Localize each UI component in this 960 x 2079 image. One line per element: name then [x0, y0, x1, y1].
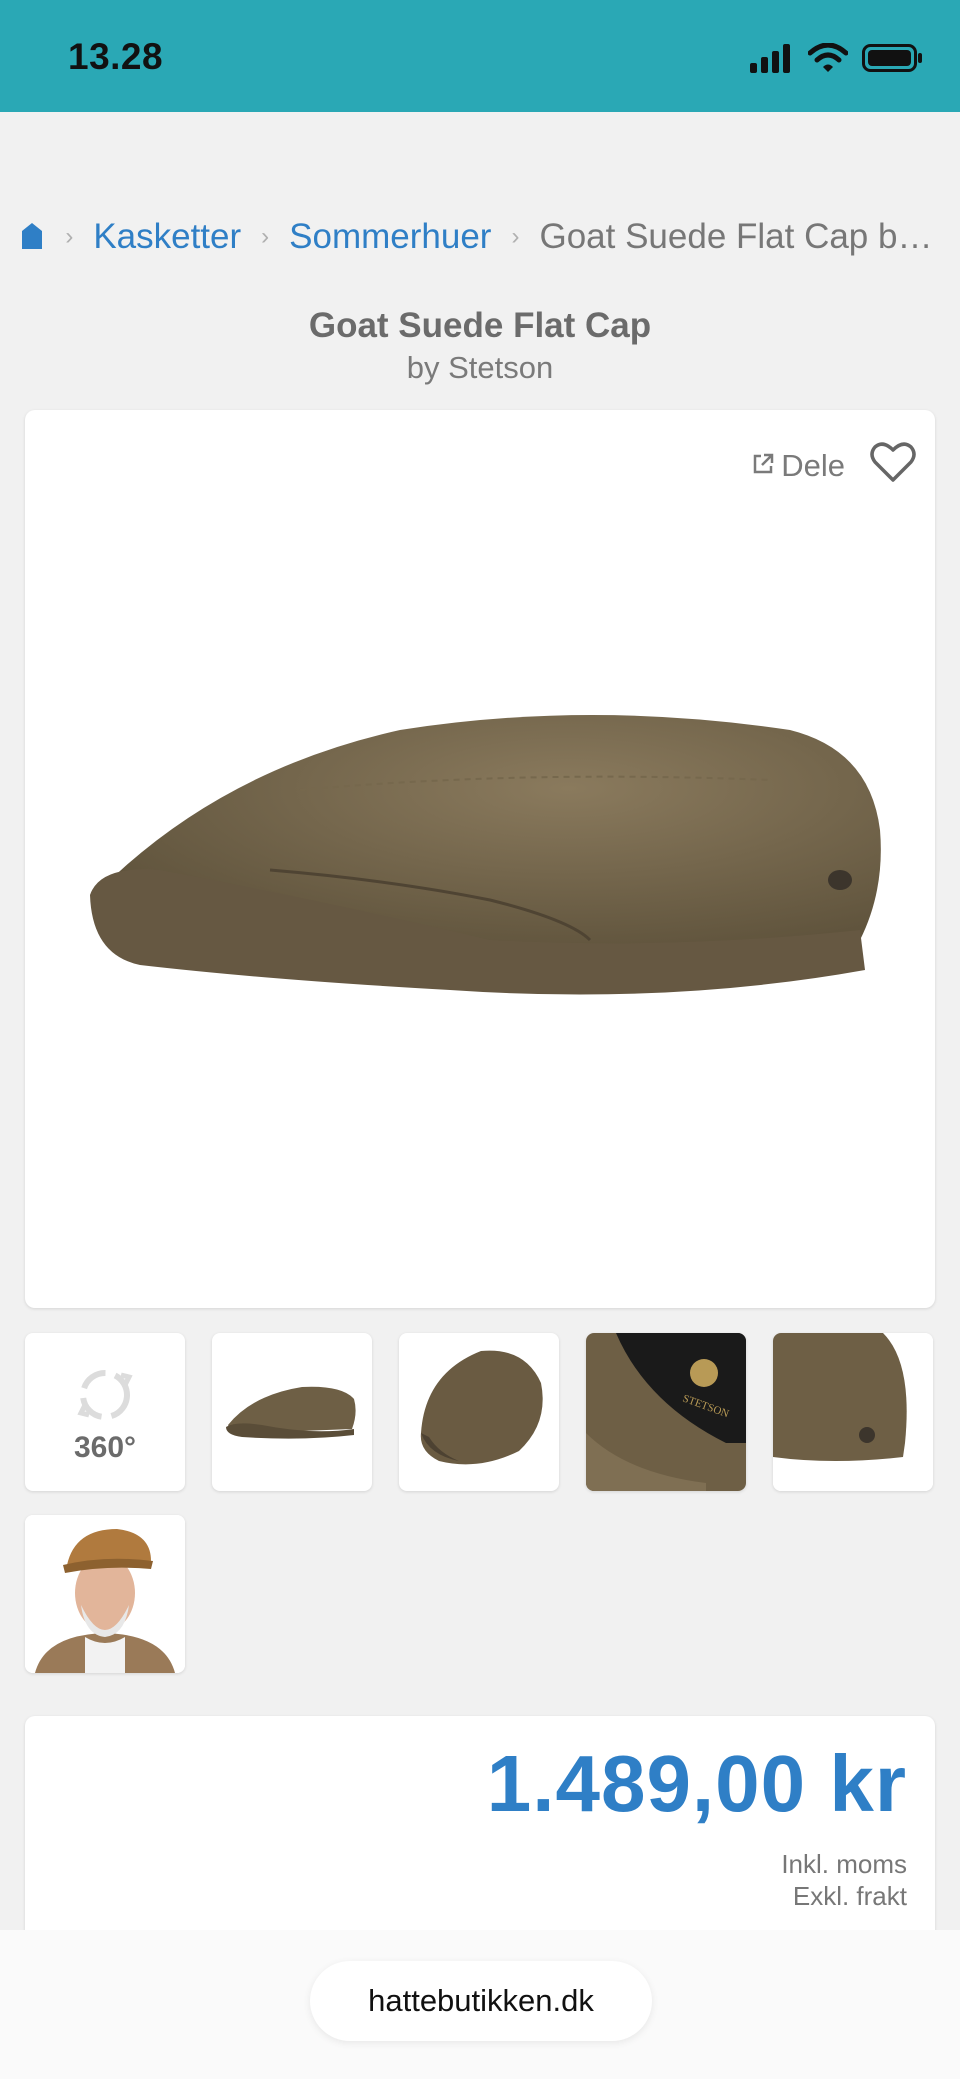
- tax-line-vat: Inkl. moms: [781, 1849, 907, 1879]
- breadcrumb-current: Goat Suede Flat Cap by ...: [539, 217, 942, 256]
- home-icon[interactable]: [22, 223, 45, 251]
- thumbnail-side-view[interactable]: [212, 1333, 372, 1491]
- url-bar[interactable]: hattebutikken.dk: [310, 1961, 652, 2041]
- tax-line-shipping: Exkl. frakt: [792, 1881, 907, 1911]
- breadcrumb-separator: ›: [65, 223, 74, 250]
- product-price: 1.489,00 kr: [486, 1739, 907, 1828]
- tax-note: Inkl. moms Exkl. frakt: [781, 1848, 907, 1912]
- favorite-button[interactable]: [867, 436, 919, 488]
- wifi-icon: [807, 42, 849, 78]
- signal-icon: [750, 43, 794, 78]
- breadcrumb-link-sommerhuer[interactable]: Sommerhuer: [289, 217, 491, 257]
- share-button[interactable]: Dele: [751, 448, 845, 484]
- breadcrumb: › Kasketter › Sommerhuer › Goat Suede Fl…: [22, 212, 942, 262]
- share-icon: [751, 448, 775, 484]
- browser-bottom-bar: hattebutikken.dk: [0, 1930, 960, 2079]
- product-title: Goat Suede Flat Cap: [308, 306, 652, 345]
- breadcrumb-separator: ›: [511, 223, 520, 250]
- status-icons: [750, 40, 924, 80]
- product-brand[interactable]: by Stetson: [0, 350, 960, 386]
- thumbnail-model-view[interactable]: [25, 1515, 185, 1673]
- thumbnail-detail-view[interactable]: [773, 1333, 933, 1491]
- status-bar: 13.28: [0, 0, 960, 112]
- thumbnail-360-label: 360°: [73, 1431, 137, 1464]
- breadcrumb-separator: ›: [261, 223, 270, 250]
- product-main-image: [90, 715, 881, 995]
- price-card: 1.489,00 kr Inkl. moms Exkl. frakt: [25, 1716, 935, 1956]
- status-time: 13.28: [68, 36, 164, 77]
- breadcrumb-link-kasketter[interactable]: Kasketter: [93, 217, 241, 257]
- share-label: Dele: [781, 448, 845, 483]
- rotate-360-icon: [77, 1370, 133, 1420]
- thumbnail-360[interactable]: 360°: [25, 1333, 185, 1491]
- thumbnail-top-view[interactable]: [399, 1333, 559, 1491]
- heart-icon: [870, 442, 916, 482]
- product-image-card[interactable]: Dele: [25, 410, 935, 1308]
- thumbnail-inside-view[interactable]: STETSON: [586, 1333, 746, 1491]
- battery-icon: [862, 43, 924, 78]
